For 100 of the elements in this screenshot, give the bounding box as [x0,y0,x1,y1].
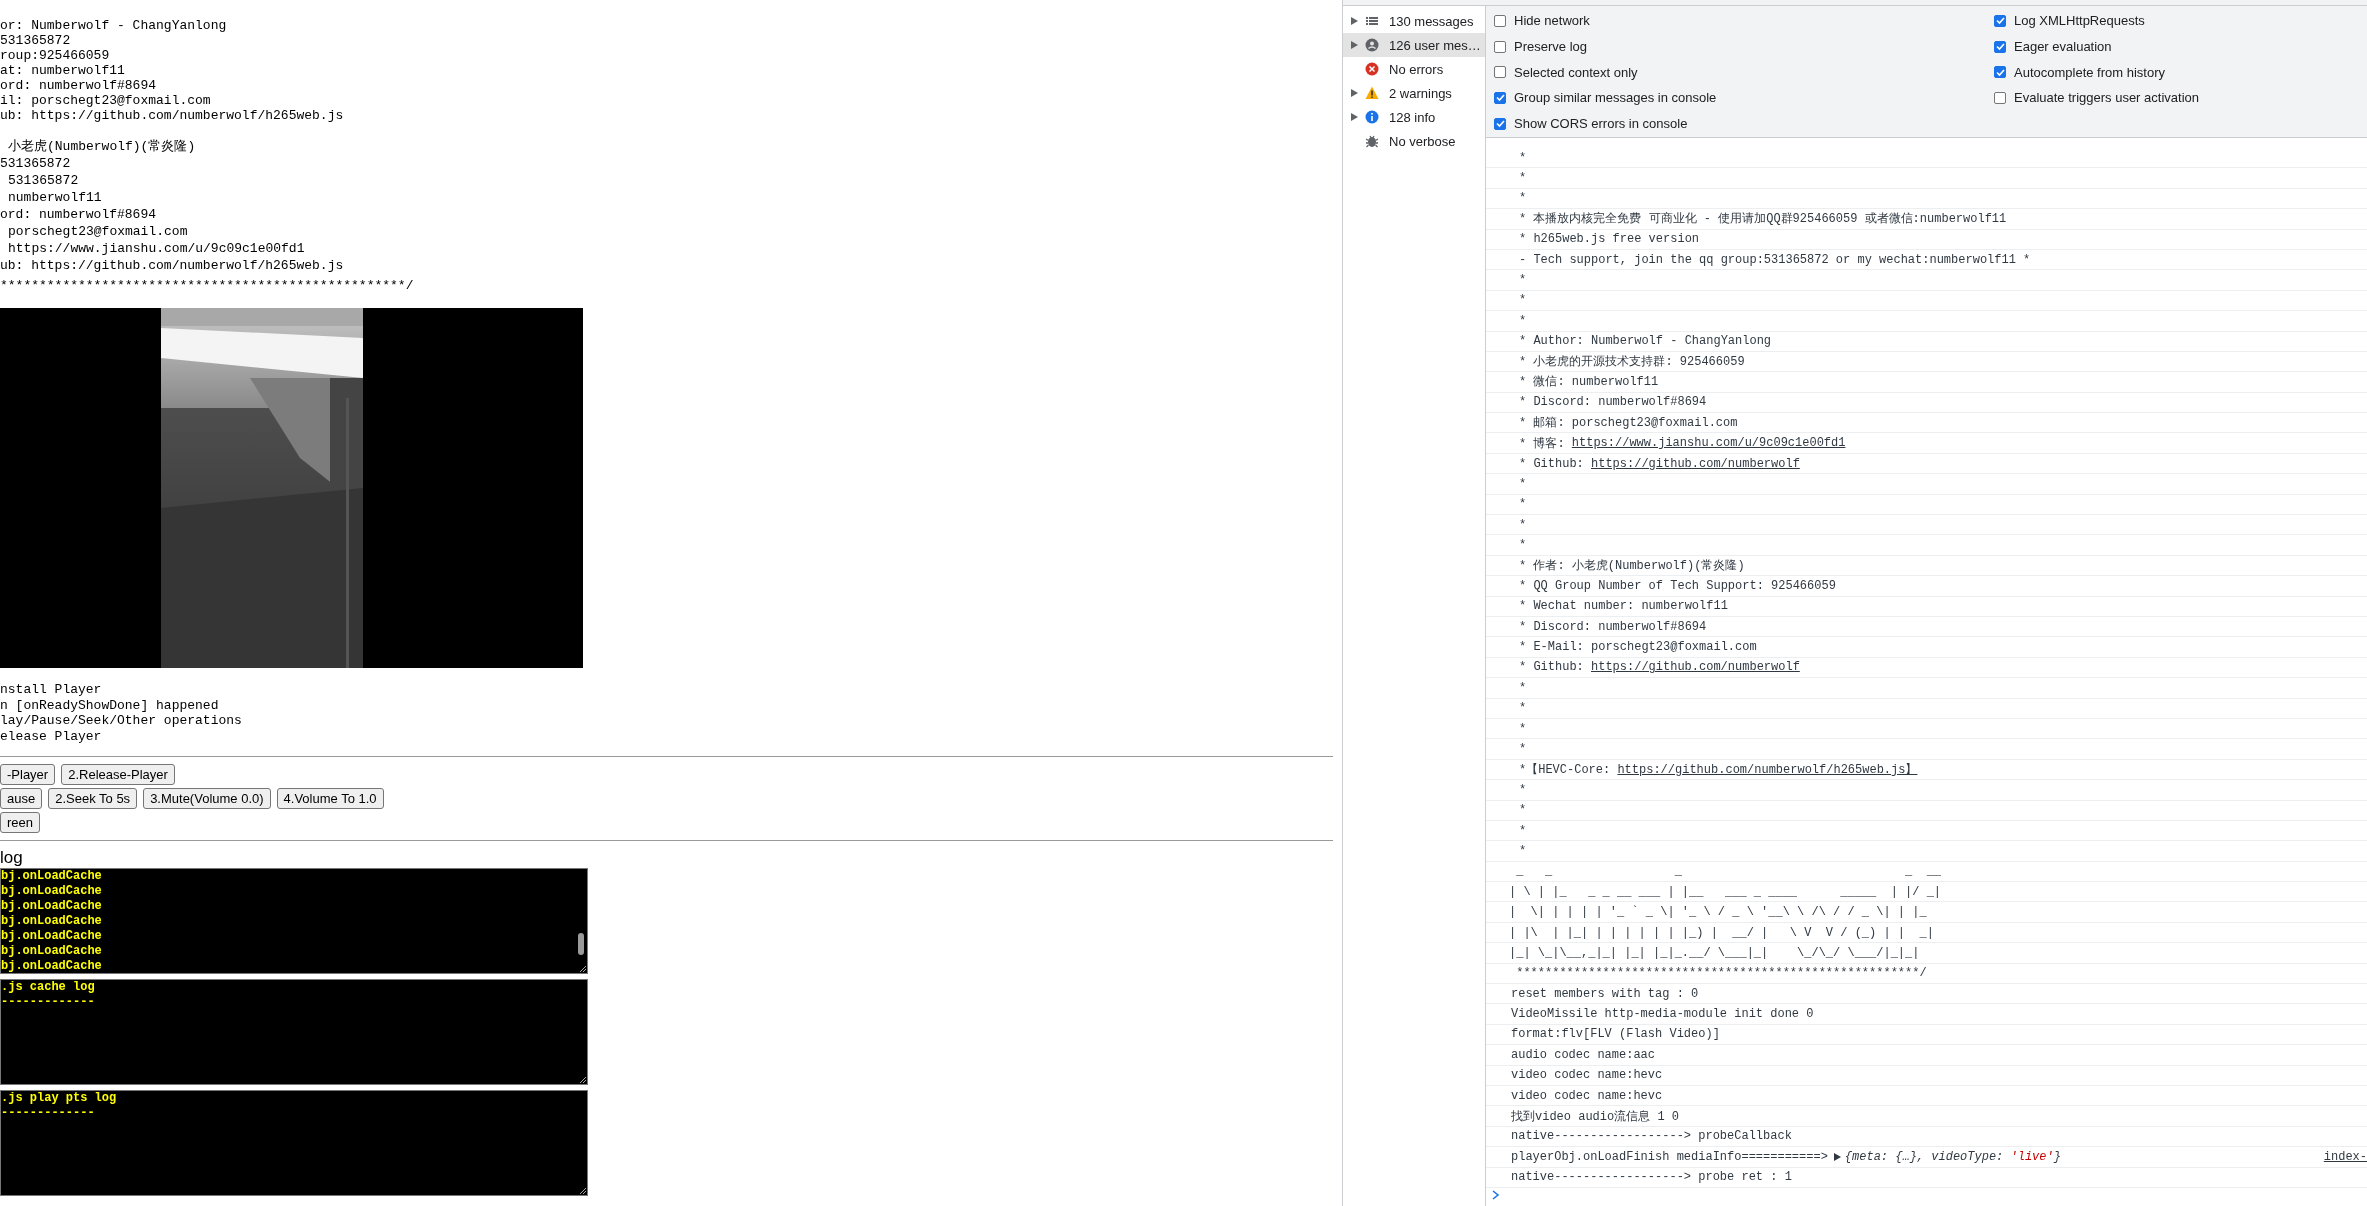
action-button[interactable]: 2.Release-Player [61,764,175,785]
log-line: bj.onLoadCache [1,884,102,899]
sidebar-item[interactable]: No verbose [1343,129,1485,153]
console-message: * [1519,782,1527,797]
console-message: * [1519,293,1527,308]
console-message: * 博客: [1519,435,1565,452]
console-message: * [1519,538,1527,553]
console-message: * [1519,517,1527,532]
ascii-art-line: |_| \_|\__,_|_| |_| |_|_.__/ \___|_| \_/\_/ \___/|_|_| [1509,945,1920,960]
action-button[interactable]: reen [0,812,41,833]
checkbox-label[interactable]: Eager evaluation [2014,39,2112,55]
resize-grip-icon[interactable] [579,965,586,972]
console-link[interactable]: https://github.com/numberwolf/h265web.js】 [1617,760,1918,778]
sidebar-item[interactable]: No errors [1343,57,1485,81]
checkbox-label[interactable]: Selected context only [1514,64,1638,80]
log-line: .js play pts log [1,1091,117,1106]
action-button[interactable]: 4.Volume To 1.0 [276,788,384,809]
sidebar-item[interactable]: 126 user mes… [1343,33,1485,57]
console-message: audio codec name:aac [1511,1047,1656,1062]
ascii-art-line: | \ | |_ _ _ __ ___ | |__ ___ _ ____ _____ | |/ _| [1509,884,1942,899]
page-text-line: porschegt23@foxmail.com [8,223,188,240]
log-line: bj.onLoadCache [1,944,102,959]
ascii-art-line: _ _ _ _ __ [1515,864,1942,879]
action-button[interactable]: 2.Seek To 5s [48,788,138,809]
error-icon [1365,62,1379,76]
checkbox-label[interactable]: Hide network [1514,13,1590,29]
console-message: * 微信: numberwolf11 [1519,374,1659,391]
checkbox[interactable] [1494,66,1506,79]
log-heading: log [0,849,24,867]
page-text-line: https://www.jianshu.com/u/9c09c1e00fd1 [8,240,305,257]
log-line: bj.onLoadCache [1,914,102,929]
console-link[interactable]: https://github.com/numberwolf [1591,456,1800,471]
checkbox[interactable] [1494,40,1506,53]
console-message: * [1519,680,1527,695]
checkbox-label[interactable]: Preserve log [1514,39,1587,55]
page-text-line: ub: https://github.com/numberwolf/h265web.js [0,108,344,123]
checkbox[interactable] [1994,91,2006,104]
console-link[interactable]: https://www.jianshu.com/u/9c09c1e00fd1 [1571,436,1846,451]
console-message: video codec name:hevc [1511,1068,1663,1083]
resize-grip-icon[interactable] [579,1076,586,1083]
page-text-line: nstall Player [0,682,102,698]
log-panel[interactable]: .js play pts log ------------- [0,1090,588,1196]
log-panel[interactable]: bj.onLoadCache bj.onLoadCache bj.onLoadCache bj.onLoadCache bj.onLoadCache bj.onLoadCache bj.onLoadCache [0,868,588,974]
console-link[interactable]: https://github.com/numberwolf [1591,660,1800,675]
resize-grip-icon[interactable] [579,1187,586,1194]
checkbox[interactable] [1494,14,1506,27]
checkbox-label[interactable]: Log XMLHttpRequests [2014,13,2145,29]
console-message: * [1519,803,1527,818]
console-message: format:flv[FLV (Flash Video)] [1511,1027,1720,1042]
console-message: * [1519,497,1527,512]
log-line: ------------- [1,995,95,1010]
console-message: * [1519,721,1527,736]
expand-caret-icon[interactable] [1351,89,1358,97]
console-message: * Discord: numberwolf#8694 [1519,619,1707,634]
page-text-line: numberwolf11 [8,189,102,206]
expand-caret-icon[interactable] [1351,113,1358,121]
console-message: * [1519,313,1527,328]
console-message: reset members with tag : 0 [1511,986,1699,1001]
checkbox[interactable] [1994,14,2006,27]
console-message: * [1519,150,1527,165]
action-button[interactable]: -Player [0,764,56,785]
ascii-art-line: | |\ | |_| | | | | | | |_) | __/ | \ V V / (_) | | _| [1509,925,1934,940]
object-preview[interactable]: {meta: {…}, videoType: 'live'} [1844,1149,2061,1164]
checkbox-label[interactable]: Group similar messages in console [1514,90,1717,106]
checkbox[interactable] [1494,117,1506,130]
sidebar-item[interactable]: 128 info [1343,105,1485,129]
page-text-line: roup:925466059 [0,48,110,63]
prompt-icon[interactable] [1492,1189,1500,1200]
console-message: * 作者: 小老虎(Numberwolf)(常炎隆) [1519,558,1745,574]
sidebar-item[interactable]: 2 warnings [1343,81,1485,105]
action-button[interactable]: ause [0,788,43,809]
action-button[interactable]: 3.Mute(Volume 0.0) [143,788,271,809]
page-text-line: 小老虎(Numberwolf)(常炎隆) [8,138,196,155]
page-text-line: ****************************************************/ [0,278,414,294]
sidebar-item[interactable]: 130 messages [1343,9,1485,33]
info-icon [1365,110,1379,124]
source-link[interactable]: index- [2323,1149,2367,1164]
console-message: * Github: [1519,456,1584,471]
checkbox-label[interactable]: Autocomplete from history [2014,64,2165,80]
page-text-line: ord: numberwolf#8694 [0,206,157,223]
log-panel[interactable]: .js cache log ------------- [0,979,588,1085]
warning-icon [1365,86,1379,100]
scrollbar-thumb[interactable] [578,933,584,955]
expand-caret-icon[interactable] [1351,17,1358,25]
console-message: * Discord: numberwolf#8694 [1519,395,1707,410]
bug-icon [1365,134,1379,148]
checkbox-label[interactable]: Show CORS errors in console [1514,116,1688,132]
checkbox[interactable] [1994,40,2006,53]
checkbox-label[interactable]: Evaluate triggers user activation [2014,90,2199,106]
checkbox[interactable] [1994,66,2006,79]
console-message: VideoMissile http-media-module init done 0 [1511,1007,1814,1022]
console-message: * [1519,823,1527,838]
console-message: * QQ Group Number of Tech Support: 925466059 [1519,578,1836,593]
console-message: * Wechat number: numberwolf11 [1519,599,1728,614]
console-message: * 小老虎的开源技术支持群: 925466059 [1519,354,1745,371]
console-message: native------------------> probe ret : 1 [1511,1170,1792,1185]
expand-caret-icon[interactable] [1833,1152,1841,1161]
console-message: 找到video audio流信息 1 0 [1511,1108,1680,1125]
checkbox[interactable] [1494,91,1506,104]
page-text-line: ord: numberwolf#8694 [0,78,157,93]
